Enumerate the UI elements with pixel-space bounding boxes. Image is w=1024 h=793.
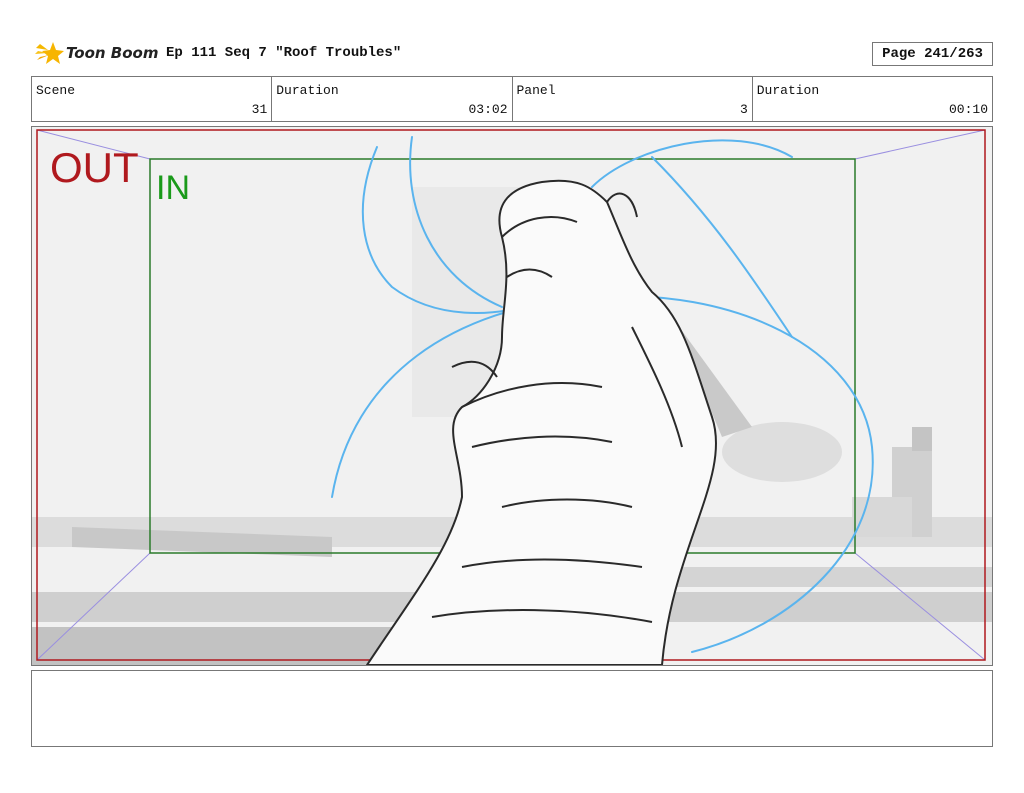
document-title: Ep 111 Seq 7 "Roof Troubles" [166, 45, 402, 61]
panel-duration-cell: Duration 00:10 [753, 77, 992, 121]
panel-cell: Panel 3 [513, 77, 753, 121]
panel-duration-value: 00:10 [948, 102, 988, 117]
in-label: IN [156, 169, 190, 207]
scene-duration-label: Duration [276, 83, 339, 98]
scene-label: Scene [36, 83, 76, 98]
scene-value: 31 [251, 102, 268, 117]
panel-artwork [32, 127, 992, 665]
scene-duration-value: 03:02 [468, 102, 508, 117]
page-number: Page 241/263 [872, 42, 993, 66]
panel-value: 3 [739, 102, 748, 117]
out-label: OUT [50, 144, 139, 191]
panel-notes-box[interactable] [31, 670, 993, 747]
scene-cell: Scene 31 [32, 77, 273, 121]
panel-duration-label: Duration [756, 83, 820, 98]
toon-boom-logo: Toon Boom [34, 38, 162, 68]
scene-duration-cell: Duration 03:02 [272, 77, 513, 121]
toon-boom-star-icon [35, 42, 64, 64]
logo-text: Toon Boom [66, 44, 159, 62]
panel-label: Panel [516, 83, 556, 98]
storyboard-panel: OUT IN [31, 126, 993, 666]
panel-info-row: Scene 31 Duration 03:02 Panel 3 Duration… [31, 76, 993, 122]
